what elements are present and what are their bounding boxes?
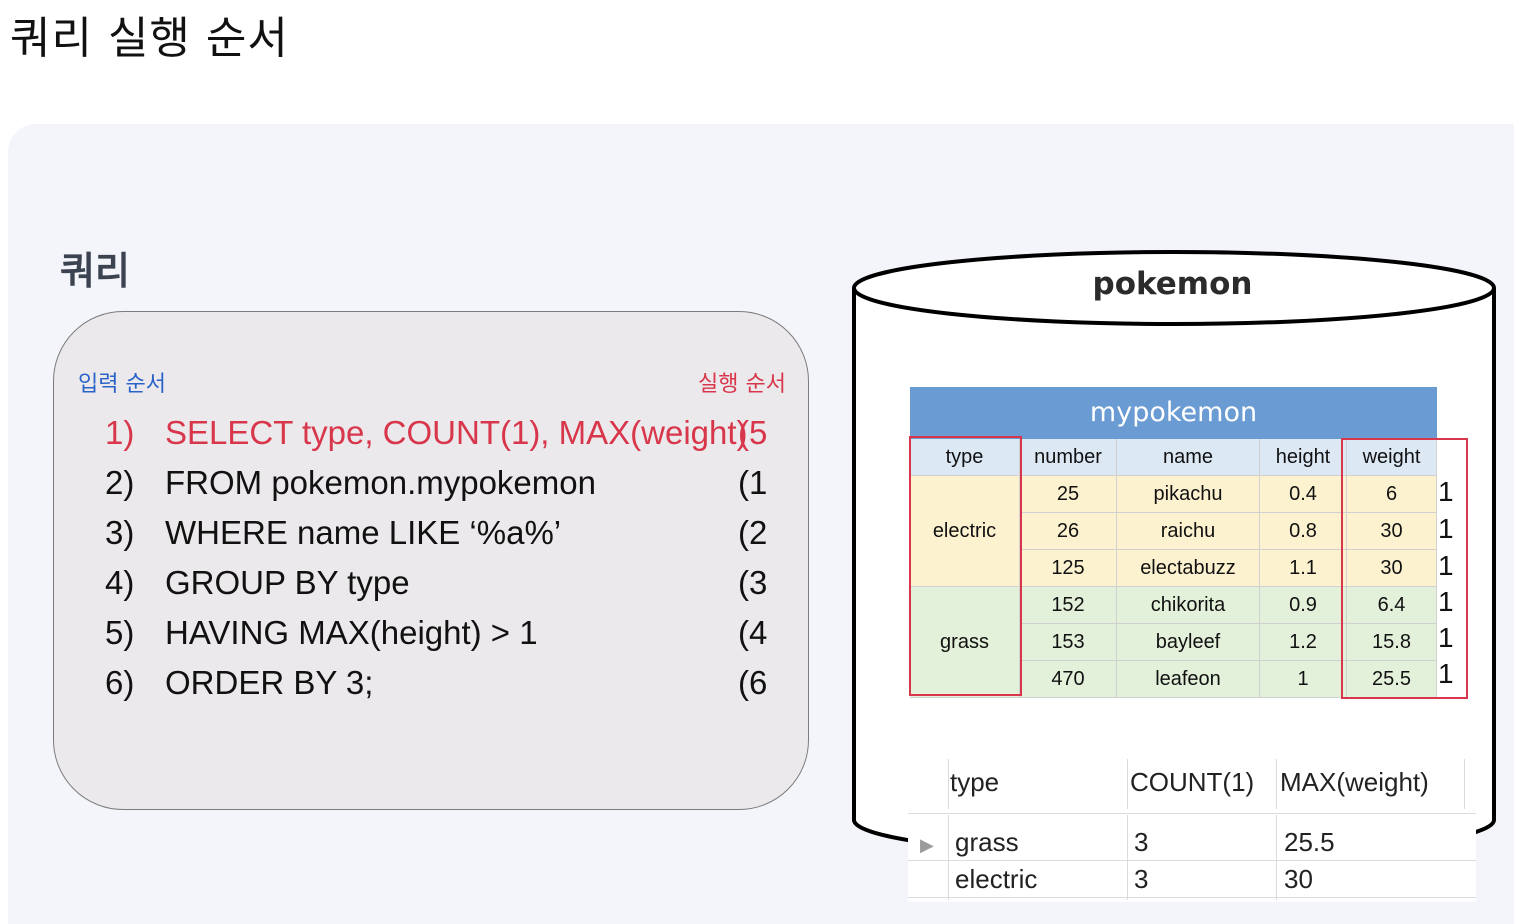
column-header: name	[1117, 439, 1260, 476]
database-name: pokemon	[1092, 266, 1253, 302]
row-pointer-icon: ▶	[920, 835, 934, 855]
table-cell: pikachu	[1117, 476, 1260, 513]
table-cell: 152	[1020, 587, 1117, 624]
table-cell: leafeon	[1117, 661, 1260, 698]
count-marker: 1	[1438, 550, 1454, 581]
result-cell[interactable]: 3	[1134, 827, 1148, 858]
count-marker: 1	[1438, 622, 1454, 653]
count-marker: 1	[1438, 513, 1454, 544]
table-cell: 25	[1020, 476, 1117, 513]
table-cell: 0.4	[1260, 476, 1347, 513]
table-cell: 1	[1260, 661, 1347, 698]
type-highlight-box	[909, 436, 1022, 696]
count-marker: 1	[1438, 476, 1454, 507]
table-cell: 470	[1020, 661, 1117, 698]
result-cell[interactable]: electric	[955, 864, 1037, 895]
result-grid: type COUNT(1) MAX(weight) ▶ grass 3 25.5…	[908, 747, 1476, 902]
table-cell: electabuzz	[1117, 550, 1260, 587]
table-cell: bayleef	[1117, 624, 1260, 661]
table-cell: 26	[1020, 513, 1117, 550]
column-header: number	[1020, 439, 1117, 476]
result-column-header[interactable]: type	[950, 767, 999, 798]
table-cell: 125	[1020, 550, 1117, 587]
table-cell: 1.2	[1260, 624, 1347, 661]
table-cell: chikorita	[1117, 587, 1260, 624]
count-marker: 1	[1438, 586, 1454, 617]
table-cell: 153	[1020, 624, 1117, 661]
result-column-header[interactable]: COUNT(1)	[1130, 767, 1254, 798]
result-cell[interactable]: 30	[1284, 864, 1313, 895]
result-cell[interactable]: 25.5	[1284, 827, 1335, 858]
table-cell: 0.8	[1260, 513, 1347, 550]
result-cell[interactable]: 3	[1134, 864, 1148, 895]
table-cell: 0.9	[1260, 587, 1347, 624]
column-header: height	[1260, 439, 1347, 476]
result-cell[interactable]: grass	[955, 827, 1019, 858]
table-cell: 1.1	[1260, 550, 1347, 587]
result-column-header[interactable]: MAX(weight)	[1280, 767, 1429, 798]
table-name: mypokemon	[910, 387, 1437, 439]
table-cell: raichu	[1117, 513, 1260, 550]
count-marker: 1	[1438, 658, 1454, 689]
